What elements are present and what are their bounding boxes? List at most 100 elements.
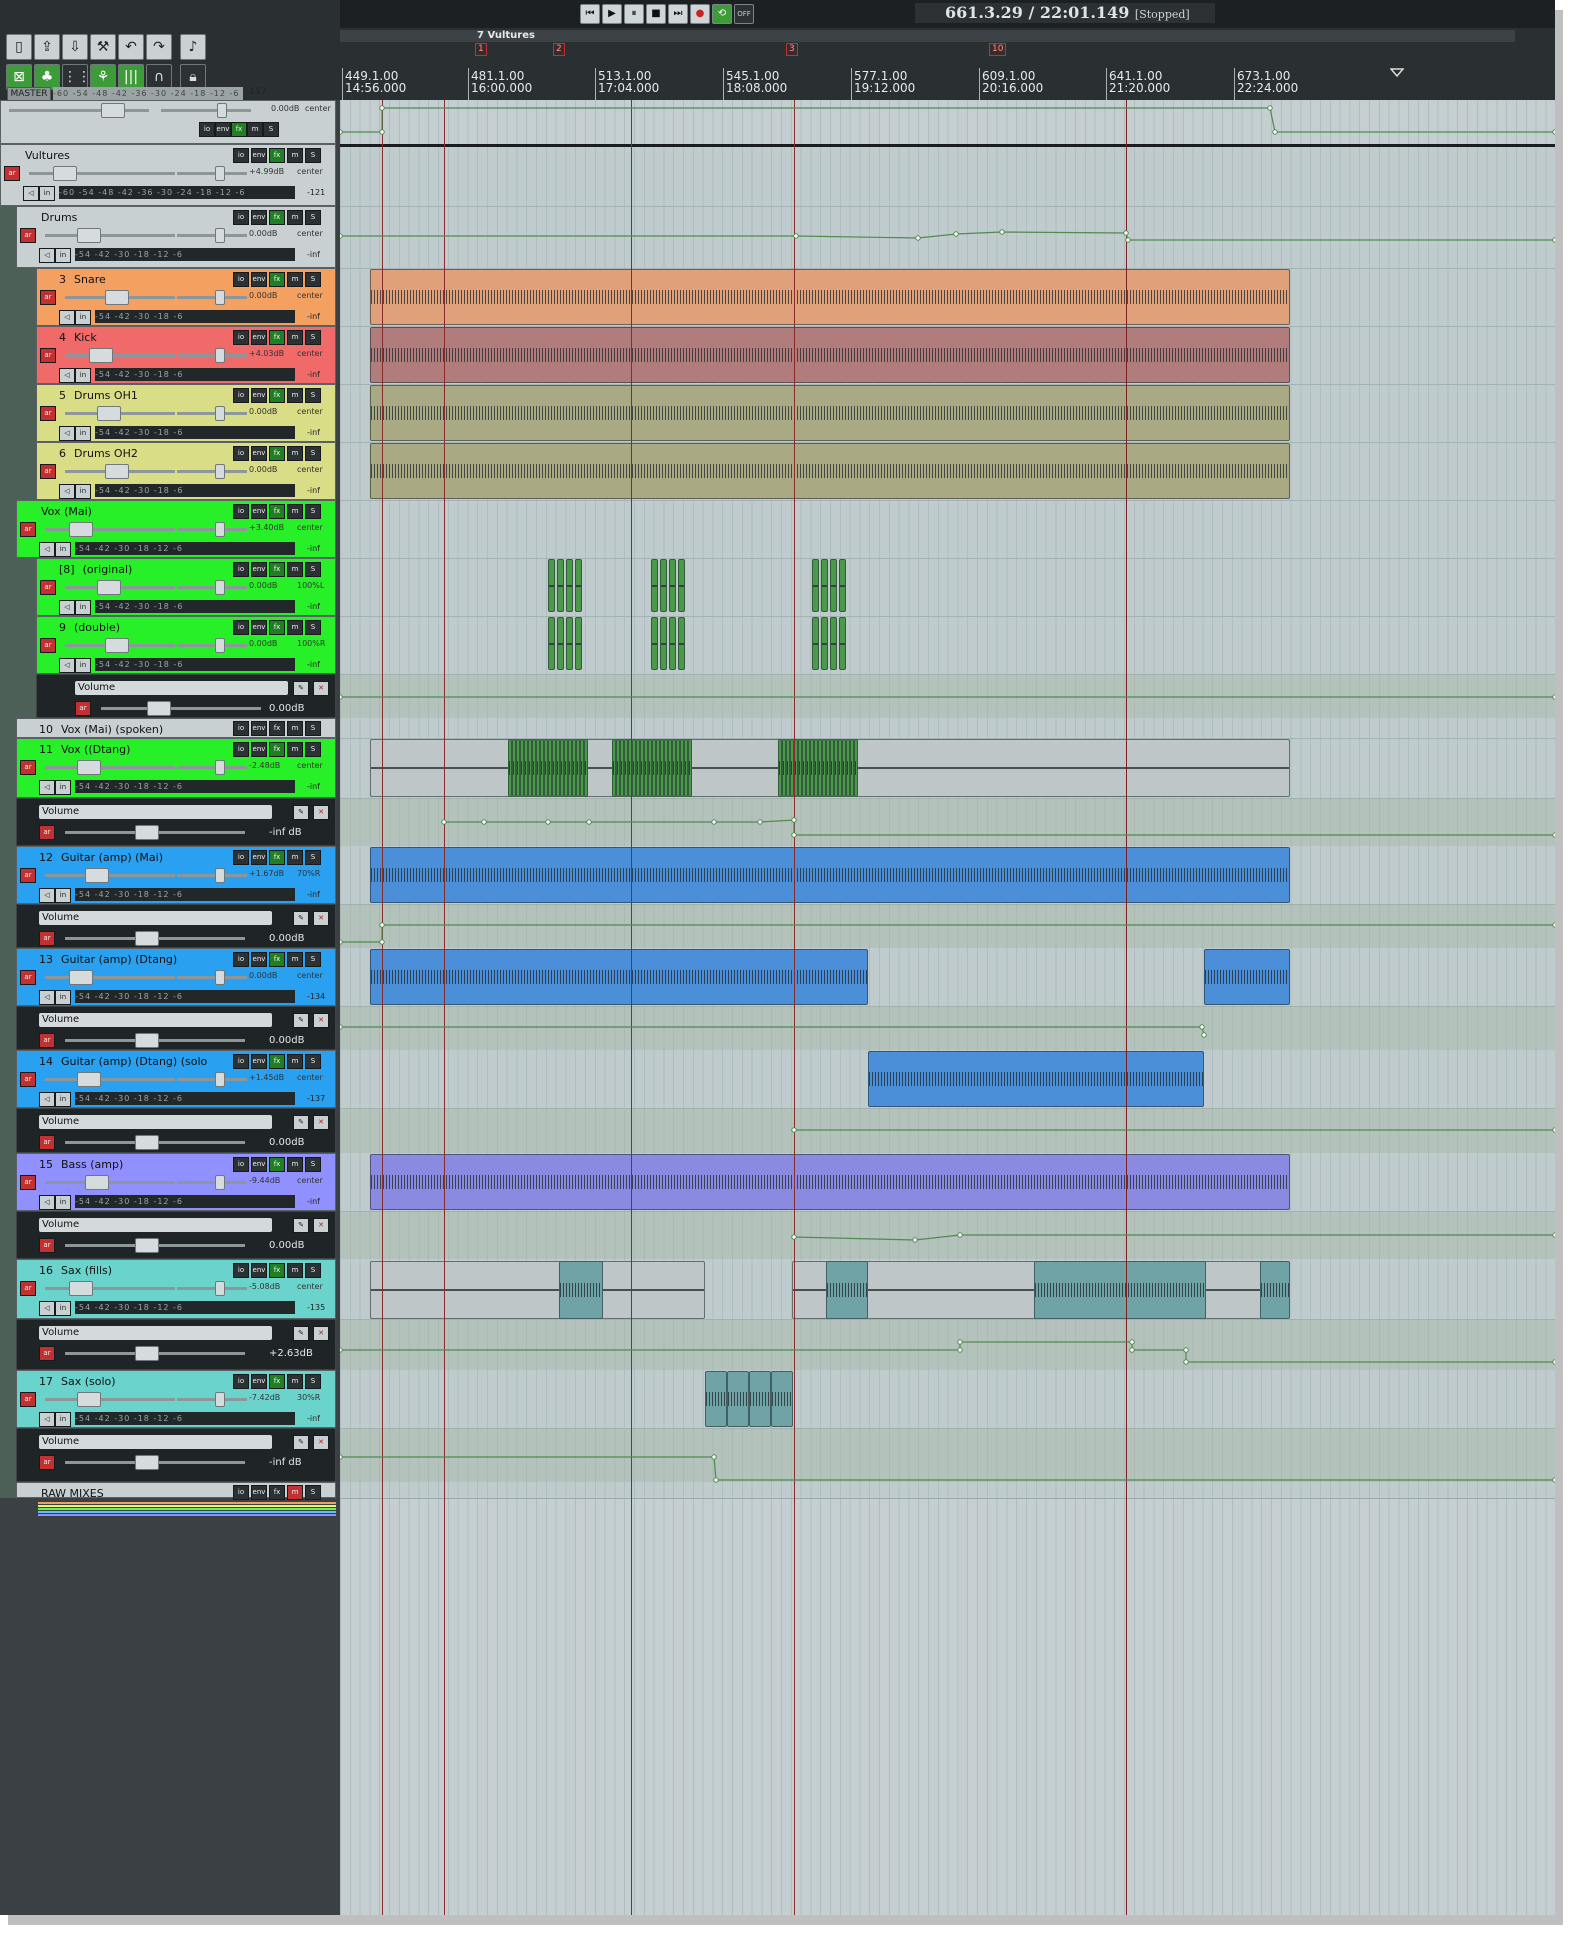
record-arm-button[interactable]: ar [40,348,56,363]
env-button[interactable]: env [251,1054,267,1069]
mute-button[interactable]: m [287,1263,303,1278]
record-arm-button[interactable]: ar [20,1175,36,1190]
track-name[interactable]: 11 Vox ((Dtang) [39,743,130,756]
pan-knob[interactable] [215,228,225,243]
envelope-line[interactable] [340,1341,1555,1363]
phase-button[interactable]: ◁ [39,1301,55,1316]
envelope-point[interactable] [1201,1032,1207,1038]
solo-button[interactable]: S [305,721,321,736]
open-icon[interactable]: ⇪ [34,34,60,60]
input-button[interactable]: in [75,310,91,325]
phase-button[interactable]: ◁ [39,248,55,263]
envelope-point[interactable] [915,235,921,241]
master-volume-fader[interactable] [9,109,149,112]
io-button[interactable]: io [233,1374,249,1389]
solo-button[interactable]: S [305,620,321,635]
pan-fader[interactable] [177,412,247,415]
env-button[interactable]: env [251,330,267,345]
envelope-arm-button[interactable]: ar [39,825,55,840]
auto-mode-button[interactable]: OFF [734,4,754,24]
envelope-mode-button[interactable]: ✎ [293,1326,309,1341]
io-button[interactable]: io [233,742,249,757]
fx-button[interactable]: fx [269,272,285,287]
env-button[interactable]: env [251,388,267,403]
fx-button[interactable]: fx [269,850,285,865]
envelope-point[interactable] [1267,105,1273,111]
track-name[interactable]: 12 Guitar (amp) (Mai) [39,851,163,864]
input-button[interactable]: in [75,484,91,499]
envelope-close-icon[interactable]: ✕ [313,1218,329,1233]
track-18[interactable]: RAW MIXES io env fx m S [16,1482,336,1500]
fx-button[interactable]: fx [269,388,285,403]
phase-button[interactable]: ◁ [59,600,75,615]
volume-knob[interactable] [77,228,101,243]
volume-fader[interactable] [65,354,175,357]
pan-fader[interactable] [177,528,247,531]
pan-fader[interactable] [177,470,247,473]
io-button[interactable]: io [233,148,249,163]
pan-fader[interactable] [177,644,247,647]
envelope-point[interactable] [1183,1347,1189,1353]
envelope-line[interactable] [793,1234,1555,1241]
solo-button[interactable]: S [305,148,321,163]
envelope-arm-button[interactable]: ar [39,1033,55,1048]
envelope-point[interactable] [791,832,797,838]
volume-fader[interactable] [45,528,175,531]
phase-button[interactable]: ◁ [59,426,75,441]
envelope-point[interactable] [1552,1232,1555,1238]
record-arm-button[interactable]: ar [40,638,56,653]
volume-fader[interactable] [45,234,175,237]
solo-button[interactable]: S [305,1157,321,1172]
volume-fader[interactable] [29,172,175,175]
phase-button[interactable]: ◁ [59,310,75,325]
pan-fader[interactable] [177,1181,247,1184]
pan-knob[interactable] [215,638,225,653]
mute-button[interactable]: m [247,122,263,137]
track-14[interactable]: 14 Guitar (amp) (Dtang) (solo io env fx m Sar +… [16,1050,336,1108]
envelope-line[interactable] [340,1026,1205,1036]
volume-knob[interactable] [97,406,121,421]
envelope-point[interactable] [1552,694,1555,700]
track-3[interactable]: 3 Snare io env fx m Sar 0.00dB center ◁ in -54 -42 … [36,268,336,326]
phase-button[interactable]: ◁ [59,658,75,673]
envelope-point[interactable] [1552,922,1555,928]
solo-button[interactable]: S [305,504,321,519]
io-button[interactable]: io [233,1485,249,1500]
envelope-line[interactable] [340,1456,1555,1481]
mute-button[interactable]: m [287,1485,303,1500]
record-button[interactable]: ● [690,4,710,24]
volume-fader[interactable] [45,1398,175,1401]
input-button[interactable]: in [39,186,55,201]
envelope-mode-button[interactable]: ✎ [293,1435,309,1450]
mute-button[interactable]: m [287,1054,303,1069]
io-button[interactable]: io [233,210,249,225]
envelope-point[interactable] [791,1234,797,1240]
track-name[interactable]: 10 Vox (Mai) (spoken) [39,723,163,736]
go-to-end-button[interactable]: ⏭ [668,4,688,24]
mute-button[interactable]: m [287,562,303,577]
master-pan-knob[interactable] [217,103,227,118]
envelope-name[interactable]: Volume [39,1326,272,1340]
envelope-point[interactable] [957,1339,963,1345]
volume-knob[interactable] [69,1281,93,1296]
track-name[interactable]: RAW MIXES [41,1487,104,1500]
envelope-point[interactable] [1552,129,1555,135]
volume-fader[interactable] [45,874,175,877]
pan-knob[interactable] [215,970,225,985]
input-button[interactable]: in [55,990,71,1005]
input-button[interactable]: in [55,1301,71,1316]
env-button[interactable]: env [251,1485,267,1500]
track-10[interactable]: 10 Vox (Mai) (spoken) io env fx m S [16,718,336,738]
envelope-point[interactable] [545,819,551,825]
solo-button[interactable]: S [305,1054,321,1069]
envelope-point[interactable] [713,1477,719,1483]
io-button[interactable]: io [233,1263,249,1278]
io-button[interactable]: io [233,272,249,287]
envelope-point[interactable] [340,939,343,945]
envelope-mode-button[interactable]: ✎ [293,681,309,696]
envelope-point[interactable] [1199,1024,1205,1030]
track-11[interactable]: 11 Vox ((Dtang) io env fx m Sar -2.48dB center ◁ i… [16,738,336,798]
envelope-arm-button[interactable]: ar [39,1455,55,1470]
env-button[interactable]: env [251,1157,267,1172]
mute-button[interactable]: m [287,952,303,967]
